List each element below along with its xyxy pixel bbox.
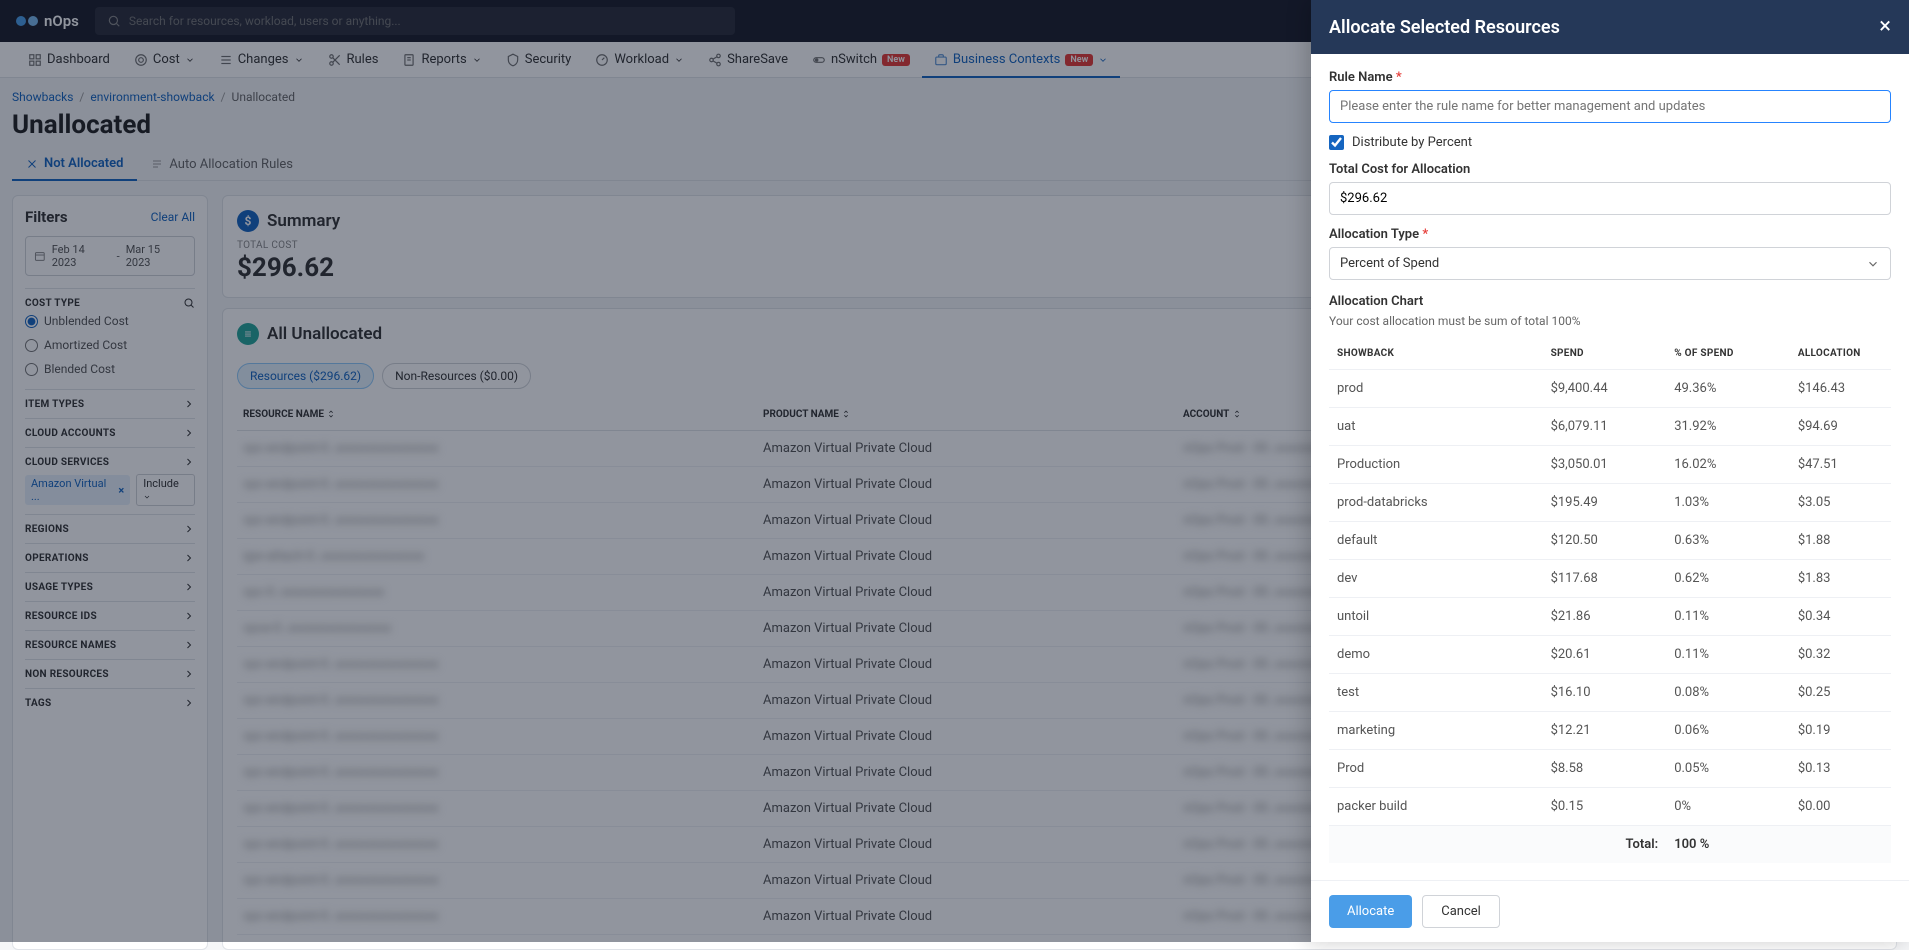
cell-showback: marketing: [1329, 712, 1543, 750]
cell-pct: 0%: [1666, 788, 1790, 826]
alloc-chart-subtitle: Your cost allocation must be sum of tota…: [1329, 314, 1891, 328]
rule-name-label: Rule Name *: [1329, 70, 1891, 85]
cell-alloc: $47.51: [1790, 446, 1891, 484]
cell-spend: $12.21: [1543, 712, 1667, 750]
alloc-total-row: Total:100 %: [1329, 826, 1891, 864]
cell-alloc: $146.43: [1790, 370, 1891, 408]
th-spend: SPEND: [1543, 338, 1667, 370]
cell-showback: dev: [1329, 560, 1543, 598]
allocate-panel: Allocate Selected Resources × Rule Name …: [1311, 0, 1909, 942]
alloc-chart-title: Allocation Chart: [1329, 294, 1891, 309]
allocation-table: SHOWBACK SPEND % OF SPEND ALLOCATION pro…: [1329, 338, 1891, 863]
cell-pct: 0.08%: [1666, 674, 1790, 712]
cell-spend: $195.49: [1543, 484, 1667, 522]
alloc-row: demo$20.610.11%$0.32: [1329, 636, 1891, 674]
cell-alloc: $0.19: [1790, 712, 1891, 750]
cell-alloc: $1.88: [1790, 522, 1891, 560]
cell-spend: $9,400.44: [1543, 370, 1667, 408]
total-cost-label: Total Cost for Allocation: [1329, 162, 1891, 177]
alloc-row: prod-databricks$195.491.03%$3.05: [1329, 484, 1891, 522]
alloc-row: untoil$21.860.11%$0.34: [1329, 598, 1891, 636]
cell-alloc: $0.25: [1790, 674, 1891, 712]
cell-spend: $16.10: [1543, 674, 1667, 712]
cell-pct: 0.06%: [1666, 712, 1790, 750]
cell-alloc: $1.83: [1790, 560, 1891, 598]
cell-pct: 0.05%: [1666, 750, 1790, 788]
cell-alloc: $0.32: [1790, 636, 1891, 674]
cell-spend: $8.58: [1543, 750, 1667, 788]
alloc-type-label: Allocation Type *: [1329, 227, 1891, 242]
cell-spend: $3,050.01: [1543, 446, 1667, 484]
cell-pct: 31.92%: [1666, 408, 1790, 446]
alloc-row: dev$117.680.62%$1.83: [1329, 560, 1891, 598]
alloc-row: packer build$0.150%$0.00: [1329, 788, 1891, 826]
cell-pct: 1.03%: [1666, 484, 1790, 522]
total-cost-input[interactable]: [1329, 182, 1891, 215]
panel-title: Allocate Selected Resources: [1329, 17, 1560, 38]
cell-showback: demo: [1329, 636, 1543, 674]
cell-spend: $0.15: [1543, 788, 1667, 826]
cell-spend: $6,079.11: [1543, 408, 1667, 446]
cell-showback: packer build: [1329, 788, 1543, 826]
cell-alloc: $94.69: [1790, 408, 1891, 446]
cell-pct: 0.63%: [1666, 522, 1790, 560]
cell-pct: 0.11%: [1666, 636, 1790, 674]
alloc-row: Prod$8.580.05%$0.13: [1329, 750, 1891, 788]
chevron-down-icon: [1866, 257, 1880, 271]
close-panel-button[interactable]: ×: [1879, 16, 1891, 38]
cell-showback: uat: [1329, 408, 1543, 446]
cell-showback: prod-databricks: [1329, 484, 1543, 522]
alloc-row: default$120.500.63%$1.88: [1329, 522, 1891, 560]
alloc-row: uat$6,079.1131.92%$94.69: [1329, 408, 1891, 446]
cell-alloc: $0.13: [1790, 750, 1891, 788]
cancel-button[interactable]: Cancel: [1422, 895, 1500, 928]
cell-pct: 49.36%: [1666, 370, 1790, 408]
th-alloc: ALLOCATION: [1790, 338, 1891, 370]
cell-spend: $21.86: [1543, 598, 1667, 636]
cell-showback: prod: [1329, 370, 1543, 408]
alloc-row: prod$9,400.4449.36%$146.43: [1329, 370, 1891, 408]
cell-spend: $120.50: [1543, 522, 1667, 560]
alloc-row: marketing$12.210.06%$0.19: [1329, 712, 1891, 750]
distribute-checkbox-input[interactable]: [1329, 135, 1344, 150]
cell-showback: Prod: [1329, 750, 1543, 788]
cell-showback: test: [1329, 674, 1543, 712]
th-showback: SHOWBACK: [1329, 338, 1543, 370]
cell-alloc: $3.05: [1790, 484, 1891, 522]
cell-alloc: $0.34: [1790, 598, 1891, 636]
alloc-type-select[interactable]: Percent of Spend: [1329, 247, 1891, 280]
cell-showback: default: [1329, 522, 1543, 560]
cell-pct: 0.11%: [1666, 598, 1790, 636]
cell-showback: untoil: [1329, 598, 1543, 636]
cell-showback: Production: [1329, 446, 1543, 484]
cell-pct: 0.62%: [1666, 560, 1790, 598]
cell-pct: 16.02%: [1666, 446, 1790, 484]
distribute-checkbox[interactable]: Distribute by Percent: [1329, 135, 1891, 150]
cell-spend: $117.68: [1543, 560, 1667, 598]
alloc-row: Production$3,050.0116.02%$47.51: [1329, 446, 1891, 484]
th-pct: % OF SPEND: [1666, 338, 1790, 370]
alloc-row: test$16.100.08%$0.25: [1329, 674, 1891, 712]
rule-name-input[interactable]: [1329, 90, 1891, 123]
cell-alloc: $0.00: [1790, 788, 1891, 826]
allocate-button[interactable]: Allocate: [1329, 895, 1412, 928]
cell-spend: $20.61: [1543, 636, 1667, 674]
